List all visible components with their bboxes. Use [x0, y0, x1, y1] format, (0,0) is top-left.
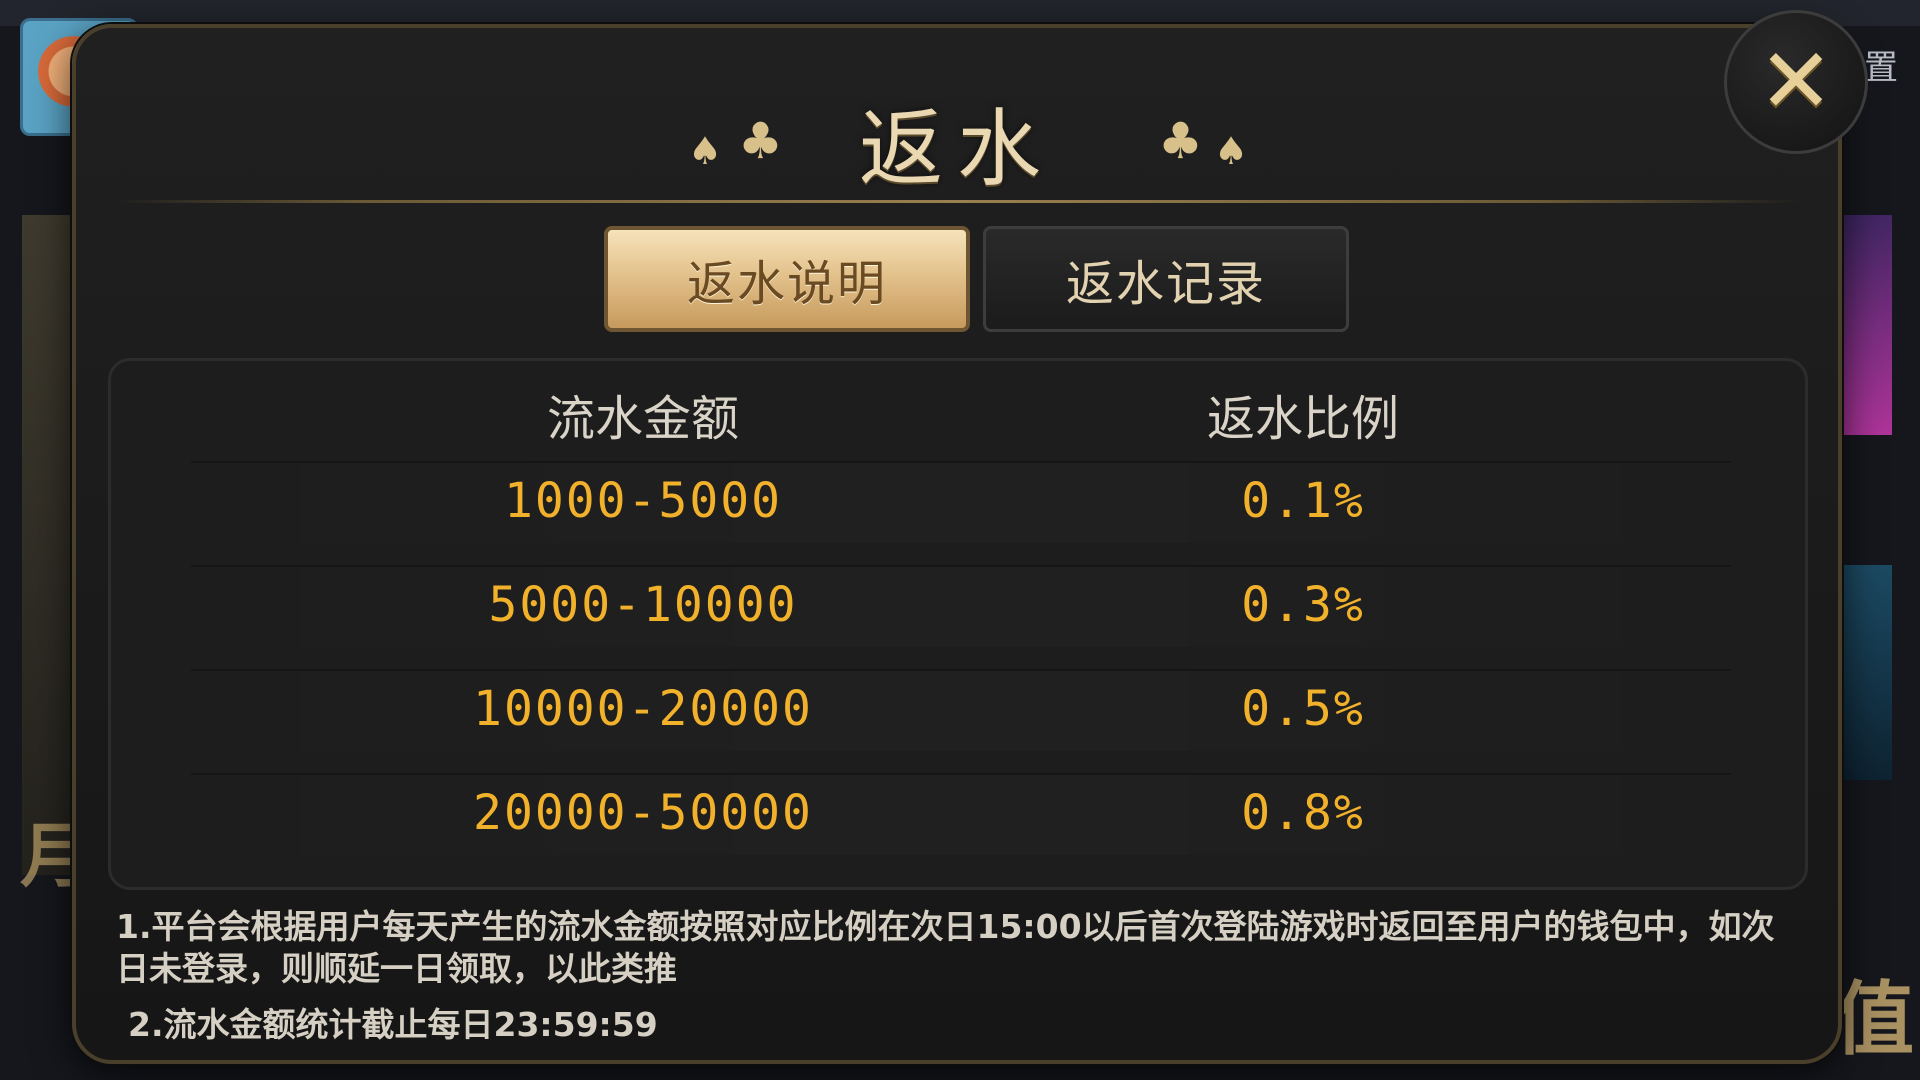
header-amount: 流水金额 — [546, 391, 739, 447]
right-game-card-bottom — [1842, 565, 1892, 780]
dialog-title: 返水 — [858, 100, 1055, 198]
rule-note-2: 2.流水金额统计截止每日23:59:59 — [128, 1005, 658, 1044]
right-banner-text: 值 — [1834, 973, 1914, 1066]
table-row: 20000-50000 0.8% — [191, 773, 1731, 855]
tab-rebate-records[interactable]: 返水记录 — [983, 226, 1349, 332]
table-row: 1000-5000 0.1% — [191, 461, 1731, 543]
amount-cell: 5000-10000 — [488, 577, 798, 633]
rebate-table: 流水金额 返水比例 1000-5000 0.1% 5000-10000 0.3%… — [108, 358, 1808, 890]
spade-icon: ♠ — [1214, 129, 1249, 173]
ratio-cell: 0.8% — [1241, 785, 1365, 841]
table-row: 5000-10000 0.3% — [191, 565, 1731, 647]
close-icon: ✕ — [1758, 29, 1834, 134]
amount-cell: 10000-20000 — [473, 681, 813, 737]
club-icon: ♣ — [1158, 112, 1203, 170]
tab-rebate-info[interactable]: 返水说明 — [604, 226, 970, 332]
amount-cell: 20000-50000 — [473, 785, 813, 841]
lobby-top-bar — [0, 0, 1920, 26]
right-game-card-top — [1842, 215, 1892, 435]
ratio-cell: 0.1% — [1241, 473, 1365, 529]
header-ratio: 返水比例 — [1206, 391, 1399, 447]
ratio-cell: 0.5% — [1241, 681, 1365, 737]
settings-label[interactable]: 置 — [1864, 40, 1898, 89]
header-divider — [116, 200, 1798, 203]
amount-cell: 1000-5000 — [503, 473, 783, 529]
rule-note-1: 1.平台会根据用户每天产生的流水金额按照对应比例在次日15:00以后首次登陆游戏… — [116, 907, 1775, 988]
table-row: 10000-20000 0.5% — [191, 669, 1731, 751]
ratio-cell: 0.3% — [1241, 577, 1365, 633]
close-button[interactable]: ✕ — [1724, 10, 1868, 154]
